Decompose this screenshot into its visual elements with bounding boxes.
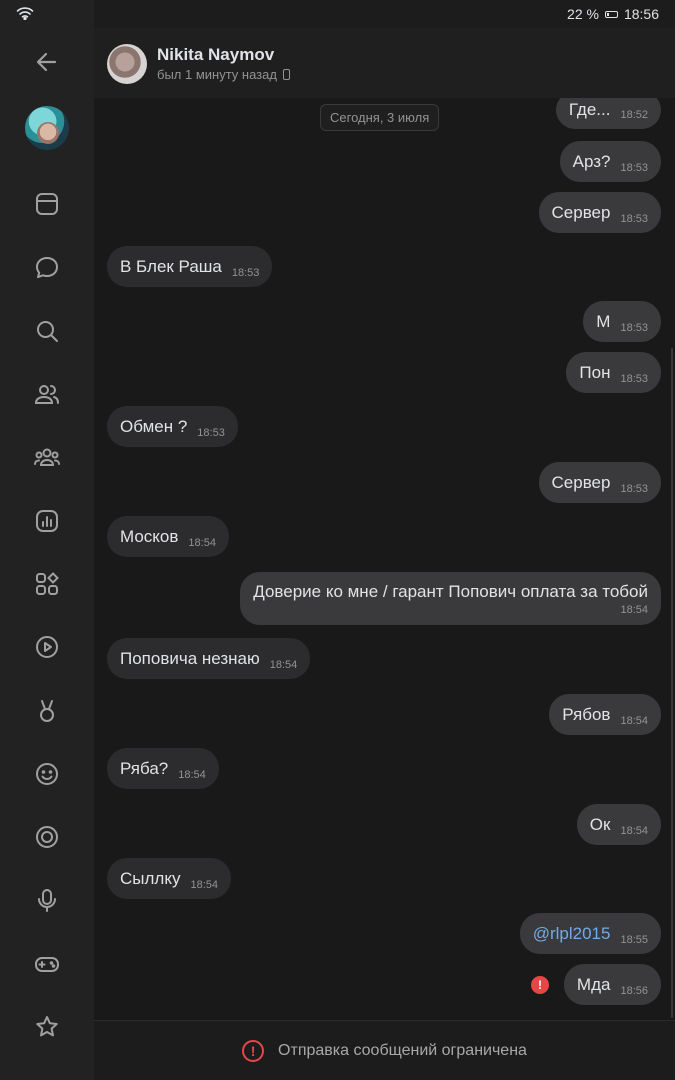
contact-avatar[interactable] [107,44,147,84]
message-bubble[interactable]: Москов 18:54 [107,516,229,557]
clips-icon[interactable] [27,691,67,731]
favorites-icon[interactable] [27,1007,67,1047]
message-time: 18:54 [269,659,298,671]
services-icon[interactable] [27,564,67,604]
message-time: 18:53 [197,427,225,439]
date-separator: Сегодня, 3 июля [320,104,440,131]
warning-icon: ! [242,1039,265,1062]
message-text: Обмен ? [120,416,188,436]
message-bubble[interactable]: М 18:53 [583,301,661,342]
video-icon[interactable] [27,627,67,667]
message-bubble[interactable]: Обмен ? 18:53 [107,406,238,447]
message-text: М [596,311,611,331]
composer-restricted-banner: ! Отправка сообщений ограничена [94,1020,675,1080]
target-icon[interactable] [27,817,67,857]
message-text: Сервер [551,472,611,492]
message-time: 18:53 [620,483,648,495]
scrollbar[interactable] [671,348,673,1018]
message-bubble[interactable]: @rlpl2015 18:55 [519,913,661,954]
wifi-icon [16,6,34,25]
mention-link[interactable]: @rlpl2015 [533,924,611,944]
message-time: 18:54 [178,769,206,781]
message-time: 18:53 [620,162,648,174]
message-bubble[interactable]: Сервер 18:53 [538,462,661,503]
message-bubble[interactable]: Рябов 18:54 [549,694,661,735]
voice-assistant-icon[interactable] [27,880,67,920]
news-icon[interactable] [27,184,67,224]
message-text: В Блек Раша [120,256,222,276]
message-time: 18:54 [620,603,648,616]
message-time: 18:53 [231,267,260,279]
message-bubble[interactable]: Пон 18:53 [566,352,661,393]
message-bubble[interactable]: Мда 18:56 [563,964,661,1005]
communities-icon[interactable] [27,437,67,477]
message-text: Ряба? [120,758,169,778]
message-time: 18:54 [620,825,648,837]
stickers-icon[interactable] [27,754,67,794]
restriction-text: Отправка сообщений ограничена [278,1041,527,1059]
message-text: Мда [576,974,611,994]
send-error-icon[interactable]: ! [531,976,549,994]
message-time: 18:53 [620,213,648,225]
message-time: 18:54 [190,879,218,891]
message-bubble[interactable]: Ок 18:54 [576,804,661,845]
last-seen-text: был 1 минуту назад [157,67,277,82]
chat-header: Nikita Naymov был 1 минуту назад [94,28,675,98]
podcasts-icon[interactable] [27,501,67,541]
messages-icon[interactable] [27,248,67,288]
contact-status: был 1 минуту назад [157,67,290,82]
message-time: 18:53 [620,373,648,385]
contact-name[interactable]: Nikita Naymov [157,45,274,65]
message-bubble[interactable]: Поповича незнаю 18:54 [107,638,311,679]
message-bubble[interactable]: Сыллку 18:54 [107,858,231,899]
message-text: Сыллку [120,868,181,888]
message-text: Москов [120,526,179,546]
message-text: Поповича незнаю [120,648,260,668]
message-text: Пон [579,362,611,382]
message-time: 18:56 [620,985,648,997]
back-icon[interactable] [27,42,67,82]
message-time: 18:52 [620,109,648,121]
profile-avatar[interactable] [25,106,69,150]
message-text: Доверие ко мне / гарант Попович оплата з… [253,581,648,601]
sidebar [0,0,94,1080]
search-icon[interactable] [27,311,67,351]
message-text: Рябов [562,704,611,724]
message-bubble[interactable]: Сервер 18:53 [538,192,661,233]
games-icon[interactable] [27,944,67,984]
message-time: 18:53 [620,322,648,334]
message-text: Арз? [572,151,611,171]
battery-percent: 22 % [567,6,599,22]
message-time: 18:54 [188,537,216,549]
message-text: Где... [568,100,611,119]
message-time: 18:55 [620,934,648,946]
message-bubble[interactable]: Ряба? 18:54 [107,748,219,789]
mobile-icon [282,69,290,80]
status-bar: 22 % 18:56 [0,0,675,28]
message-text: Сервер [551,202,611,222]
message-text: Ок [589,814,611,834]
message-list[interactable]: Сегодня, 3 июля Где... 18:52 Арз? 18:53 … [94,91,675,1020]
message-bubble[interactable]: В Блек Раша 18:53 [107,246,273,287]
message-bubble[interactable]: Арз? 18:53 [559,141,661,182]
clock: 18:56 [623,6,659,22]
message-time: 18:54 [620,715,648,727]
message-bubble[interactable]: Доверие ко мне / гарант Попович оплата з… [240,572,661,625]
battery-icon [604,10,618,18]
friends-icon[interactable] [27,374,67,414]
